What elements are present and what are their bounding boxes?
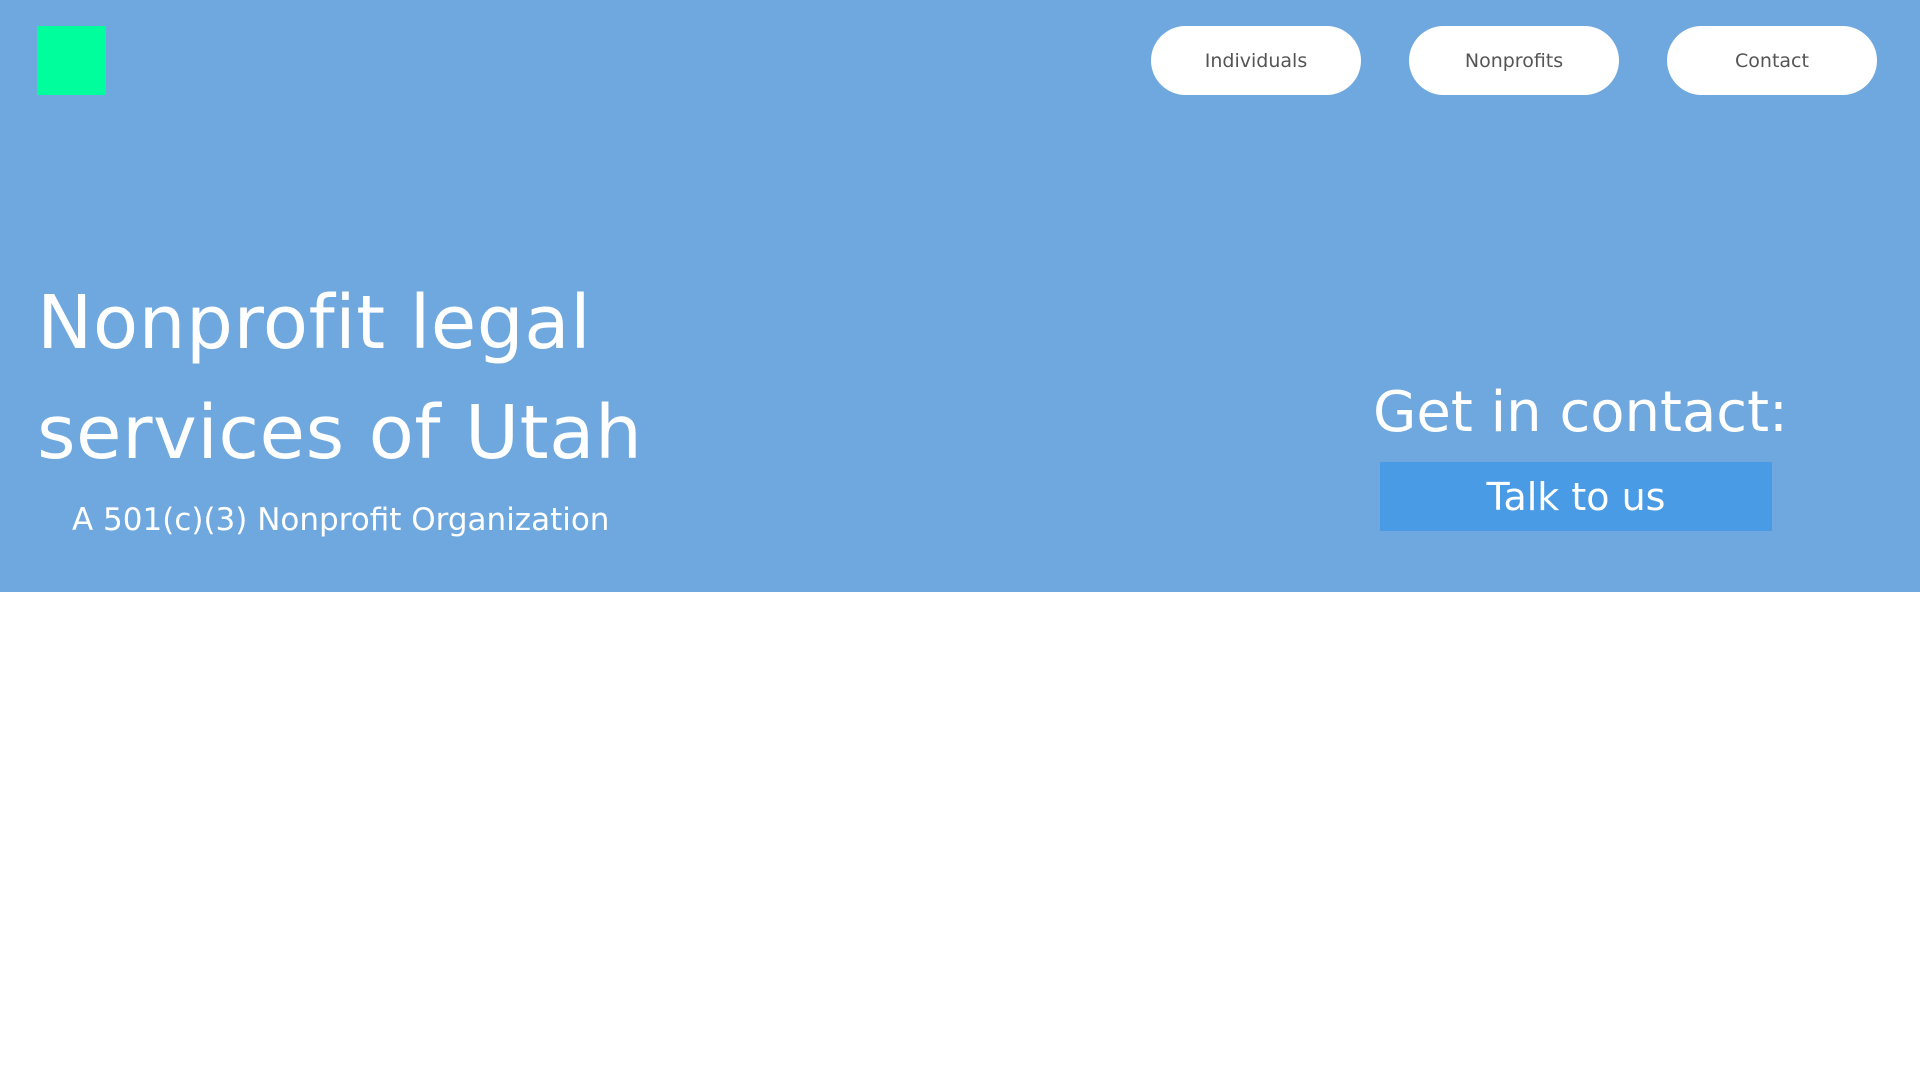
contact-heading: Get in contact: — [1373, 380, 1788, 445]
nav-nonprofits-button[interactable]: Nonprofits — [1409, 26, 1619, 95]
nav-individuals-button[interactable]: Individuals — [1151, 26, 1361, 95]
page-title-line-1: Nonprofit legal — [37, 280, 592, 366]
content-area — [0, 592, 1920, 1080]
talk-to-us-button[interactable]: Talk to us — [1380, 462, 1772, 531]
page-subtitle: A 501(c)(3) Nonprofit Organization — [72, 502, 610, 538]
nav-contact-button[interactable]: Contact — [1667, 26, 1877, 95]
main-nav: Individuals Nonprofits Contact — [1151, 26, 1877, 95]
page-title: Nonprofit legal services of Utah — [37, 268, 757, 488]
page-title-line-2: services of Utah — [37, 390, 643, 476]
logo[interactable] — [37, 26, 106, 95]
hero-section: Individuals Nonprofits Contact Nonprofit… — [0, 0, 1920, 592]
